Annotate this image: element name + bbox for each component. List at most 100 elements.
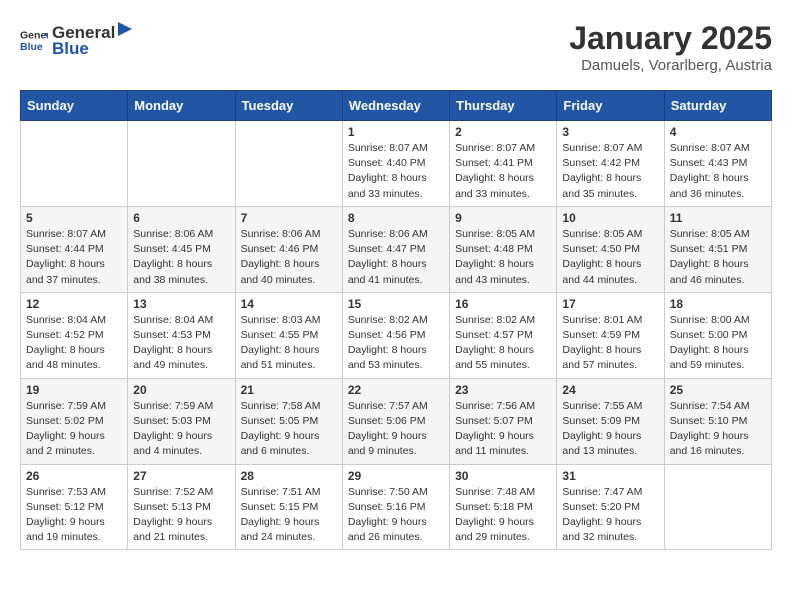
day-number: 30 — [455, 469, 551, 483]
calendar-cell: 31 Sunrise: 7:47 AMSunset: 5:20 PMDayligh… — [557, 464, 664, 550]
calendar-cell: 5 Sunrise: 8:07 AMSunset: 4:44 PMDaylight… — [21, 206, 128, 292]
day-info: Sunrise: 8:06 AMSunset: 4:47 PMDaylight:… — [348, 227, 444, 288]
calendar-cell: 7 Sunrise: 8:06 AMSunset: 4:46 PMDaylight… — [235, 206, 342, 292]
calendar-cell: 28Sunrise: 7:51 AMSunset: 5:15 PMDayligh… — [235, 464, 342, 550]
title-block: January 2025 Damuels, Vorarlberg, Austri… — [569, 20, 772, 74]
day-info: Sunrise: 8:04 AMSunset: 4:53 PMDaylight:… — [133, 313, 229, 374]
day-number: 21 — [241, 383, 337, 397]
calendar-cell: 30 Sunrise: 7:48 AMSunset: 5:18 PMDayligh… — [450, 464, 557, 550]
week-row-3: 12 Sunrise: 8:04 AMSunset: 4:52 PMDayligh… — [21, 292, 772, 378]
calendar-cell: 20Sunrise: 7:59 AMSunset: 5:03 PMDayligh… — [128, 378, 235, 464]
weekday-header-row: SundayMondayTuesdayWednesdayThursdayFrid… — [21, 91, 772, 121]
calendar-cell: 19 Sunrise: 7:59 AMSunset: 5:02 PMDayligh… — [21, 378, 128, 464]
calendar-cell: 16 Sunrise: 8:02 AMSunset: 4:57 PMDayligh… — [450, 292, 557, 378]
calendar-cell — [235, 121, 342, 207]
day-number: 28 — [241, 469, 337, 483]
day-info: Sunrise: 8:04 AMSunset: 4:52 PMDaylight:… — [26, 313, 122, 374]
day-info: Sunrise: 8:05 AMSunset: 4:48 PMDaylight:… — [455, 227, 551, 288]
weekday-header-thursday: Thursday — [450, 91, 557, 121]
day-info: Sunrise: 7:55 AMSunset: 5:09 PMDaylight:… — [562, 399, 658, 460]
day-info: Sunrise: 7:48 AMSunset: 5:18 PMDaylight:… — [455, 485, 551, 546]
day-info: Sunrise: 7:56 AMSunset: 5:07 PMDaylight:… — [455, 399, 551, 460]
day-number: 26 — [26, 469, 122, 483]
weekday-header-saturday: Saturday — [664, 91, 771, 121]
day-number: 22 — [348, 383, 444, 397]
day-info: Sunrise: 8:06 AMSunset: 4:46 PMDaylight:… — [241, 227, 337, 288]
calendar-cell: 22 Sunrise: 7:57 AMSunset: 5:06 PMDayligh… — [342, 378, 449, 464]
day-info: Sunrise: 7:47 AMSunset: 5:20 PMDaylight:… — [562, 485, 658, 546]
day-number: 23 — [455, 383, 551, 397]
calendar-cell: 11Sunrise: 8:05 AMSunset: 4:51 PMDayligh… — [664, 206, 771, 292]
calendar-cell: 2 Sunrise: 8:07 AMSunset: 4:41 PMDaylight… — [450, 121, 557, 207]
location-subtitle: Damuels, Vorarlberg, Austria — [569, 57, 772, 74]
day-number: 1 — [348, 125, 444, 139]
day-number: 29 — [348, 469, 444, 483]
calendar-cell: 29 Sunrise: 7:50 AMSunset: 5:16 PMDayligh… — [342, 464, 449, 550]
day-number: 25 — [670, 383, 766, 397]
calendar-cell: 1 Sunrise: 8:07 AMSunset: 4:40 PMDaylight… — [342, 121, 449, 207]
day-info: Sunrise: 8:07 AMSunset: 4:40 PMDaylight:… — [348, 141, 444, 202]
day-number: 13 — [133, 297, 229, 311]
day-info: Sunrise: 7:50 AMSunset: 5:16 PMDaylight:… — [348, 485, 444, 546]
calendar-cell: 15Sunrise: 8:02 AMSunset: 4:56 PMDayligh… — [342, 292, 449, 378]
calendar-cell: 6Sunrise: 8:06 AMSunset: 4:45 PMDaylight… — [128, 206, 235, 292]
week-row-1: 1 Sunrise: 8:07 AMSunset: 4:40 PMDaylight… — [21, 121, 772, 207]
day-number: 19 — [26, 383, 122, 397]
day-info: Sunrise: 8:02 AMSunset: 4:57 PMDaylight:… — [455, 313, 551, 374]
calendar-cell — [128, 121, 235, 207]
day-number: 7 — [241, 211, 337, 225]
calendar-cell: 10Sunrise: 8:05 AMSunset: 4:50 PMDayligh… — [557, 206, 664, 292]
day-number: 17 — [562, 297, 658, 311]
day-number: 10 — [562, 211, 658, 225]
calendar-cell: 24 Sunrise: 7:55 AMSunset: 5:09 PMDayligh… — [557, 378, 664, 464]
day-info: Sunrise: 7:59 AMSunset: 5:02 PMDaylight:… — [26, 399, 122, 460]
calendar-cell: 18Sunrise: 8:00 AMSunset: 5:00 PMDayligh… — [664, 292, 771, 378]
day-number: 24 — [562, 383, 658, 397]
day-number: 9 — [455, 211, 551, 225]
calendar-cell: 12 Sunrise: 8:04 AMSunset: 4:52 PMDayligh… — [21, 292, 128, 378]
day-info: Sunrise: 8:03 AMSunset: 4:55 PMDaylight:… — [241, 313, 337, 374]
week-row-5: 26 Sunrise: 7:53 AMSunset: 5:12 PMDayligh… — [21, 464, 772, 550]
day-number: 6 — [133, 211, 229, 225]
calendar-cell: 27 Sunrise: 7:52 AMSunset: 5:13 PMDayligh… — [128, 464, 235, 550]
month-title: January 2025 — [569, 20, 772, 57]
day-number: 5 — [26, 211, 122, 225]
logo-flag-icon — [116, 20, 134, 38]
calendar-cell — [21, 121, 128, 207]
day-number: 16 — [455, 297, 551, 311]
logo: General Blue General Blue — [20, 20, 135, 59]
weekday-header-wednesday: Wednesday — [342, 91, 449, 121]
day-info: Sunrise: 8:07 AMSunset: 4:44 PMDaylight:… — [26, 227, 122, 288]
calendar-cell: 9 Sunrise: 8:05 AMSunset: 4:48 PMDaylight… — [450, 206, 557, 292]
day-info: Sunrise: 8:07 AMSunset: 4:43 PMDaylight:… — [670, 141, 766, 202]
logo-icon: General Blue — [20, 26, 48, 54]
day-info: Sunrise: 8:01 AMSunset: 4:59 PMDaylight:… — [562, 313, 658, 374]
day-info: Sunrise: 7:53 AMSunset: 5:12 PMDaylight:… — [26, 485, 122, 546]
weekday-header-sunday: Sunday — [21, 91, 128, 121]
day-info: Sunrise: 8:05 AMSunset: 4:51 PMDaylight:… — [670, 227, 766, 288]
day-info: Sunrise: 7:57 AMSunset: 5:06 PMDaylight:… — [348, 399, 444, 460]
calendar-cell — [664, 464, 771, 550]
day-number: 18 — [670, 297, 766, 311]
day-info: Sunrise: 8:07 AMSunset: 4:42 PMDaylight:… — [562, 141, 658, 202]
calendar-cell: 21Sunrise: 7:58 AMSunset: 5:05 PMDayligh… — [235, 378, 342, 464]
day-info: Sunrise: 7:54 AMSunset: 5:10 PMDaylight:… — [670, 399, 766, 460]
day-number: 20 — [133, 383, 229, 397]
day-number: 12 — [26, 297, 122, 311]
day-number: 15 — [348, 297, 444, 311]
svg-text:Blue: Blue — [20, 40, 43, 52]
calendar-cell: 4 Sunrise: 8:07 AMSunset: 4:43 PMDaylight… — [664, 121, 771, 207]
day-number: 27 — [133, 469, 229, 483]
day-info: Sunrise: 7:52 AMSunset: 5:13 PMDaylight:… — [133, 485, 229, 546]
weekday-header-friday: Friday — [557, 91, 664, 121]
weekday-header-monday: Monday — [128, 91, 235, 121]
page-header: General Blue General Blue January 2025 D… — [20, 20, 772, 74]
day-number: 3 — [562, 125, 658, 139]
day-info: Sunrise: 8:07 AMSunset: 4:41 PMDaylight:… — [455, 141, 551, 202]
week-row-4: 19 Sunrise: 7:59 AMSunset: 5:02 PMDayligh… — [21, 378, 772, 464]
day-number: 31 — [562, 469, 658, 483]
day-number: 2 — [455, 125, 551, 139]
day-number: 4 — [670, 125, 766, 139]
weekday-header-tuesday: Tuesday — [235, 91, 342, 121]
calendar-cell: 17 Sunrise: 8:01 AMSunset: 4:59 PMDayligh… — [557, 292, 664, 378]
